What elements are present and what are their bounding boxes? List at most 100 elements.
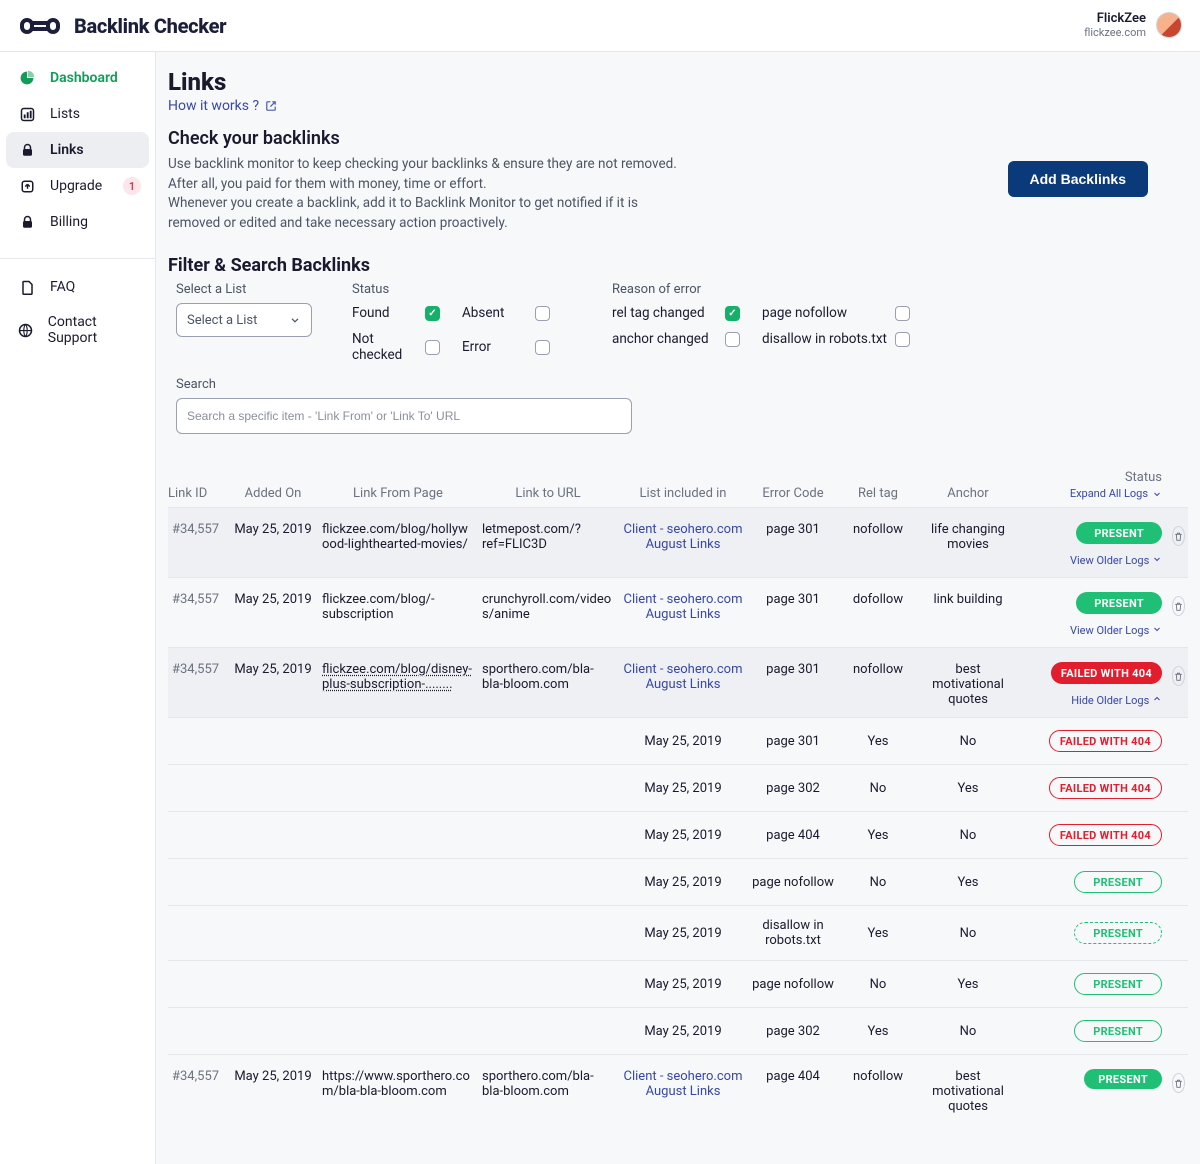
- log-rel: No: [838, 875, 918, 890]
- cell-list[interactable]: Client - seohero.comAugust Links: [618, 522, 748, 552]
- log-date: May 25, 2019: [618, 977, 748, 992]
- sidebar-item-label: Links: [50, 142, 84, 158]
- delete-row-button[interactable]: [1172, 666, 1185, 686]
- reason-anchor-checkbox[interactable]: [725, 332, 740, 347]
- user-menu[interactable]: FlickZee flickzee.com: [1084, 12, 1182, 38]
- sidebar-item-billing[interactable]: Billing: [6, 204, 149, 240]
- select-list-label: Select a List: [176, 282, 312, 297]
- status-pill: PRESENT: [1076, 592, 1162, 614]
- cell-anchor: life changing movies: [918, 522, 1018, 552]
- brand: Backlink Checker: [18, 13, 226, 39]
- log-anchor: No: [918, 828, 1018, 843]
- cell-rel: nofollow: [838, 522, 918, 537]
- sidebar-item-lists[interactable]: Lists: [6, 96, 149, 132]
- cell-link-from[interactable]: https://www.sporthero.com/bla-bla-bloom.…: [318, 1069, 478, 1099]
- log-date: May 25, 2019: [618, 734, 748, 749]
- sidebar-item-faq[interactable]: FAQ: [6, 269, 149, 305]
- expand-all-logs[interactable]: Expand All Logs: [1070, 487, 1162, 500]
- cell-link-to[interactable]: sporthero.com/bla-bla-bloom.com: [478, 1069, 618, 1099]
- status-pill: FAILED WITH 404: [1049, 777, 1162, 799]
- log-anchor: No: [918, 1024, 1018, 1039]
- cell-list[interactable]: Client - seohero.comAugust Links: [618, 662, 748, 692]
- document-icon: [18, 278, 36, 296]
- cell-link-to[interactable]: crunchyroll.com/videos/anime: [478, 592, 618, 622]
- log-anchor: No: [918, 734, 1018, 749]
- delete-row-button[interactable]: [1172, 596, 1185, 616]
- th-status: Status Expand All Logs: [1018, 470, 1168, 501]
- log-date: May 25, 2019: [618, 1024, 748, 1039]
- cell-link-from[interactable]: flickzee.com/blog/hollywood-lighthearted…: [318, 522, 478, 552]
- log-row: May 25, 2019 page nofollow No Yes PRESEN…: [168, 858, 1188, 905]
- cell-error-code: page 301: [748, 522, 838, 537]
- bar-chart-icon: [18, 105, 36, 123]
- status-pill: PRESENT: [1074, 973, 1162, 995]
- reason-nofollow-label: page nofollow: [762, 305, 847, 321]
- log-anchor: Yes: [918, 875, 1018, 890]
- reason-anchor-label: anchor changed: [612, 331, 709, 347]
- delete-row-button[interactable]: [1172, 526, 1185, 546]
- log-rel: No: [838, 977, 918, 992]
- log-anchor: Yes: [918, 781, 1018, 796]
- upgrade-icon: [18, 177, 36, 195]
- cell-added-on: May 25, 2019: [228, 522, 318, 537]
- status-notchecked-checkbox[interactable]: [425, 340, 440, 355]
- upgrade-badge: 1: [123, 177, 141, 195]
- table-row: #34,557 May 25, 2019 flickzee.com/blog/d…: [168, 647, 1188, 717]
- add-backlinks-button[interactable]: Add Backlinks: [1008, 161, 1148, 197]
- reason-robots-checkbox[interactable]: [895, 332, 910, 347]
- status-absent-checkbox[interactable]: [535, 306, 550, 321]
- status-notchecked-label: Not checked: [352, 331, 425, 363]
- log-error: page 404: [748, 828, 838, 843]
- sidebar-item-upgrade[interactable]: Upgrade 1: [6, 168, 149, 204]
- toggle-older-logs[interactable]: Hide Older Logs: [1071, 694, 1162, 707]
- sidebar-item-dashboard[interactable]: Dashboard: [6, 60, 149, 96]
- sidebar-divider: [0, 258, 155, 259]
- cell-added-on: May 25, 2019: [228, 1069, 318, 1084]
- app-logo-icon: [18, 13, 62, 39]
- search-input[interactable]: [176, 398, 632, 434]
- cell-anchor: best motivational quotes: [918, 662, 1018, 707]
- toggle-older-logs[interactable]: View Older Logs: [1070, 554, 1162, 567]
- th-link-from: Link From Page: [318, 486, 478, 501]
- select-list-dropdown[interactable]: Select a List: [176, 303, 312, 337]
- log-error: page 301: [748, 734, 838, 749]
- status-error-checkbox[interactable]: [535, 340, 550, 355]
- pie-chart-icon: [18, 69, 36, 87]
- sidebar-item-label: Billing: [50, 214, 88, 230]
- cell-link-to[interactable]: letmepost.com/?ref=FLIC3D: [478, 522, 618, 552]
- sidebar: Dashboard Lists Links Upgrade 1: [0, 52, 156, 1164]
- log-status: FAILED WITH 404: [1018, 730, 1168, 752]
- reason-nofollow-checkbox[interactable]: [895, 306, 910, 321]
- status-error-label: Error: [462, 339, 491, 355]
- log-anchor: Yes: [918, 977, 1018, 992]
- cell-error-code: page 301: [748, 592, 838, 607]
- reason-rel-checkbox[interactable]: [725, 306, 740, 321]
- avatar[interactable]: [1156, 12, 1182, 38]
- sidebar-item-label: Lists: [50, 106, 80, 122]
- sidebar-item-label: Contact Support: [48, 314, 137, 346]
- status-pill: FAILED WITH 404: [1051, 662, 1162, 684]
- cell-rel: nofollow: [838, 662, 918, 677]
- cell-status: PRESENT View Older Logs: [1018, 592, 1168, 637]
- how-it-works-label: How it works ?: [168, 98, 259, 114]
- log-row: May 25, 2019 page 404 Yes No FAILED WITH…: [168, 811, 1188, 858]
- cell-list[interactable]: Client - seohero.comAugust Links: [618, 592, 748, 622]
- toggle-older-logs[interactable]: View Older Logs: [1070, 624, 1162, 637]
- cell-link-to[interactable]: sporthero.com/bla-bla-bloom.com: [478, 662, 618, 692]
- cell-link-id: #34,557: [168, 1069, 228, 1084]
- app-header: Backlink Checker FlickZee flickzee.com: [0, 0, 1200, 52]
- cell-list[interactable]: Client - seohero.comAugust Links: [618, 1069, 748, 1099]
- cell-error-code: page 404: [748, 1069, 838, 1084]
- sidebar-item-contact[interactable]: Contact Support: [6, 305, 149, 355]
- cell-status: FAILED WITH 404 Hide Older Logs: [1018, 662, 1168, 707]
- sidebar-item-links[interactable]: Links: [6, 132, 149, 168]
- cell-link-from[interactable]: flickzee.com/blog/disney-plus-subscripti…: [318, 662, 478, 692]
- table-row: #34,557 May 25, 2019 https://www.sporthe…: [168, 1054, 1188, 1124]
- how-it-works-link[interactable]: How it works ?: [168, 98, 277, 114]
- cell-link-from[interactable]: flickzee.com/blog/-subscription: [318, 592, 478, 622]
- log-error: page 302: [748, 1024, 838, 1039]
- delete-row-button[interactable]: [1172, 1073, 1185, 1093]
- log-rel: Yes: [838, 734, 918, 749]
- reason-label: Reason of error: [612, 282, 932, 297]
- status-found-checkbox[interactable]: [425, 306, 440, 321]
